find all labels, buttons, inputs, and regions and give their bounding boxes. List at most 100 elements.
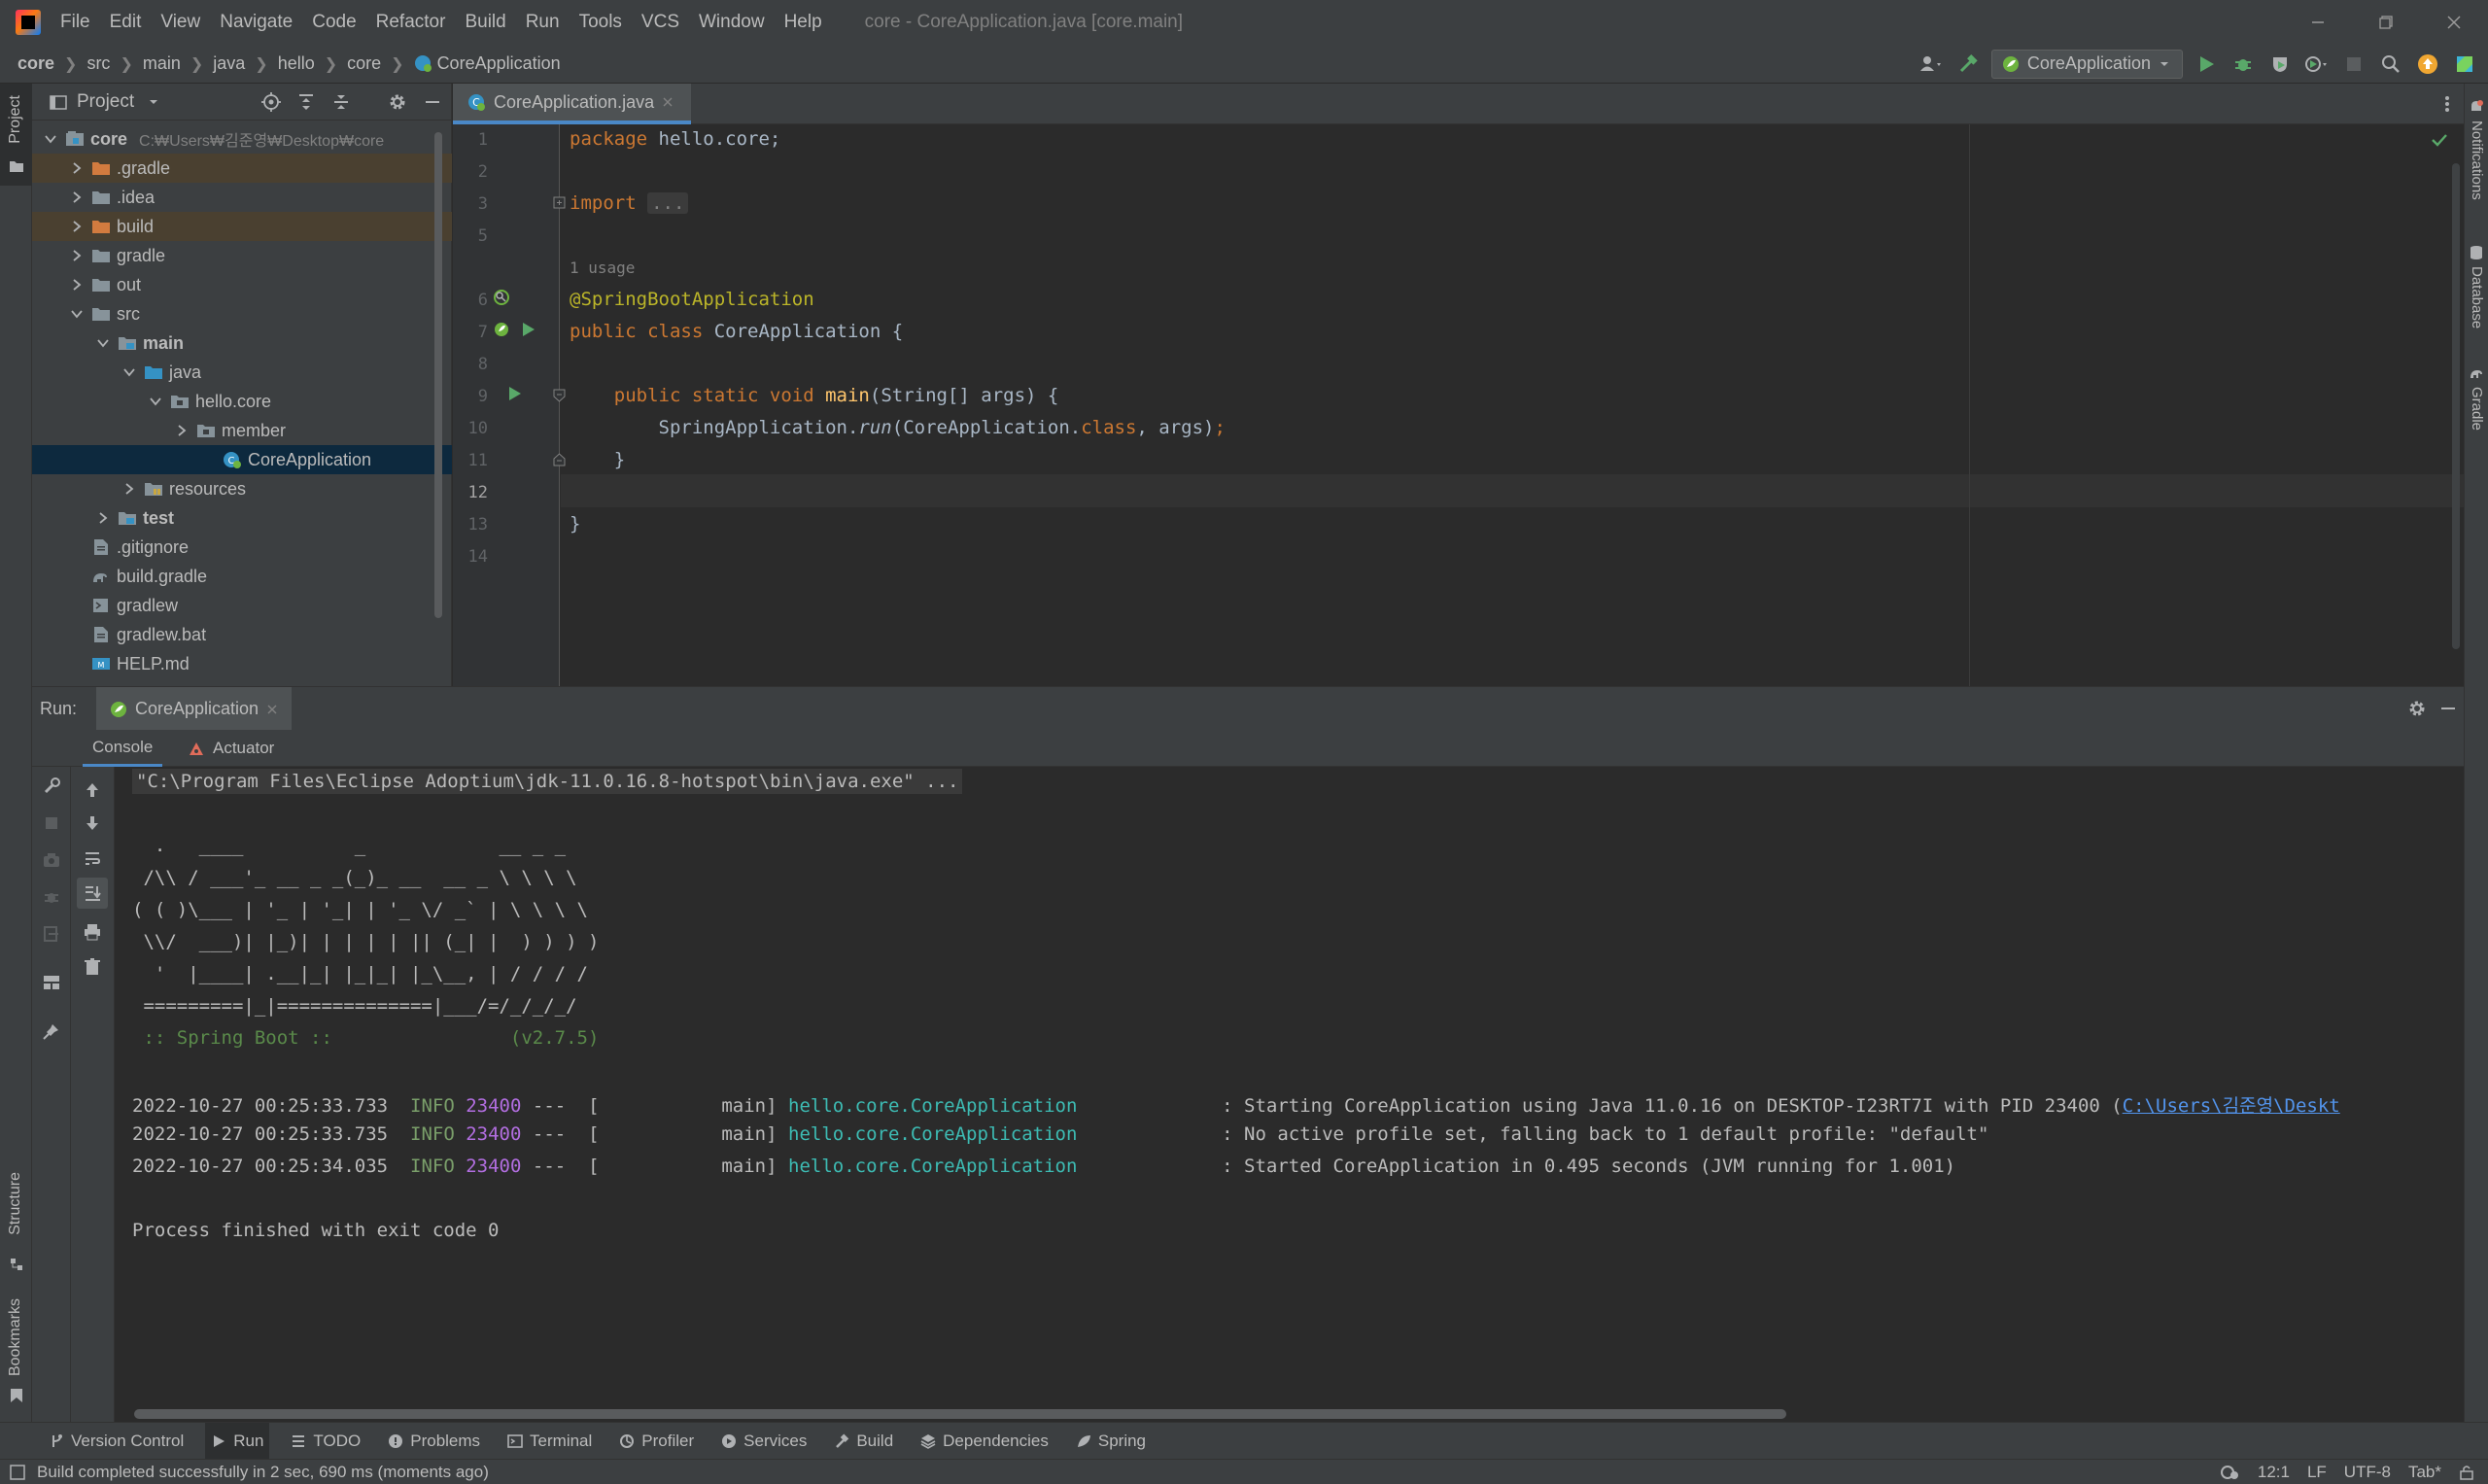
tree-item[interactable]: gradle — [32, 241, 452, 270]
log-link[interactable]: C:\Users\김준영\Deskt — [2123, 1095, 2340, 1117]
down-stack-icon[interactable] — [79, 810, 106, 837]
print-icon[interactable] — [79, 918, 106, 946]
tool-window-spring[interactable]: Spring — [1070, 1423, 1152, 1460]
vcs-user-icon[interactable] — [1918, 51, 1945, 78]
tool-window-todo[interactable]: TODO — [285, 1423, 366, 1460]
fold-icon[interactable] — [553, 453, 567, 466]
tree-item[interactable]: hello.core — [32, 387, 452, 416]
console-horizontal-scrollbar[interactable] — [134, 1409, 1786, 1419]
breadcrumb-item[interactable]: core — [17, 53, 54, 74]
menu-build[interactable]: Build — [465, 12, 505, 33]
no-problems-check-icon[interactable] — [2431, 132, 2448, 148]
chevron-down-icon[interactable] — [122, 365, 136, 379]
pin-icon[interactable] — [38, 1018, 65, 1045]
menu-navigate[interactable]: Navigate — [220, 12, 293, 33]
run-console-output[interactable]: "C:\Program Files\Eclipse Adoptium\jdk-1… — [115, 767, 2464, 1422]
tree-item[interactable]: gradlew — [32, 591, 452, 620]
menu-vcs[interactable]: VCS — [641, 12, 679, 33]
menu-run[interactable]: Run — [526, 12, 560, 33]
editor-tab-coreapplication[interactable]: C CoreApplication.java — [453, 84, 692, 124]
tree-item[interactable]: .gradle — [32, 154, 452, 183]
run-icon[interactable] — [2193, 51, 2220, 78]
hide-panel-icon[interactable] — [423, 92, 442, 112]
project-tool-button[interactable]: Project — [0, 84, 32, 186]
minimize-button[interactable] — [2284, 0, 2352, 44]
chevron-right-icon[interactable] — [96, 511, 110, 525]
chevron-down-icon[interactable] — [44, 132, 57, 146]
tree-item[interactable]: .idea — [32, 183, 452, 212]
debug-icon[interactable] — [2229, 51, 2257, 78]
breadcrumb-item[interactable]: hello — [278, 53, 315, 74]
usage-hint[interactable]: 1 usage — [570, 259, 635, 277]
run-class-gutter-icon[interactable] — [521, 321, 536, 338]
tree-item[interactable]: src — [32, 299, 452, 328]
gear-icon[interactable] — [388, 92, 407, 112]
breadcrumb-item[interactable]: main — [143, 53, 181, 74]
more-options-icon[interactable] — [2444, 95, 2450, 113]
tree-item[interactable]: resources — [32, 474, 452, 503]
tree-item[interactable]: M HELP.md — [32, 649, 452, 678]
debug-disabled-icon[interactable] — [38, 883, 65, 911]
stop-icon[interactable] — [38, 810, 65, 837]
tree-item[interactable]: build — [32, 212, 452, 241]
tool-window-services[interactable]: Services — [715, 1423, 812, 1460]
chevron-down-icon[interactable] — [148, 96, 159, 108]
tool-window-build[interactable]: Build — [828, 1423, 899, 1460]
collapse-all-icon[interactable] — [331, 92, 351, 112]
tool-window-terminal[interactable]: Terminal — [501, 1423, 598, 1460]
coverage-icon[interactable] — [2266, 51, 2294, 78]
updates-icon[interactable] — [2414, 51, 2441, 78]
status-message[interactable]: Build completed successfully in 2 sec, 6… — [37, 1460, 489, 1484]
clear-all-icon[interactable] — [79, 953, 106, 981]
toggle-tool-windows-icon[interactable] — [10, 1465, 25, 1480]
code-editor[interactable]: 1 2 3 5 6 7 8 9 10 11 12 13 14 package h… — [453, 124, 2464, 686]
expand-all-icon[interactable] — [296, 92, 316, 112]
soft-wrap-icon[interactable] — [79, 845, 106, 872]
breadcrumb-item[interactable]: core — [347, 53, 381, 74]
bean-navigation-icon[interactable] — [492, 288, 513, 307]
chevron-right-icon[interactable] — [175, 424, 189, 437]
stop-icon[interactable] — [2340, 51, 2367, 78]
maximize-button[interactable] — [2352, 0, 2420, 44]
scroll-to-end-icon[interactable] — [77, 878, 108, 909]
fold-icon[interactable] — [553, 196, 567, 210]
menu-help[interactable]: Help — [784, 12, 822, 33]
run-main-gutter-icon[interactable] — [507, 385, 523, 402]
file-encoding[interactable]: UTF-8 — [2344, 1463, 2391, 1482]
menu-edit[interactable]: Edit — [110, 12, 142, 33]
tree-item[interactable]: core C:₩Users₩김준영₩Desktop₩core — [32, 124, 452, 154]
tree-item[interactable]: C CoreApplication — [32, 445, 452, 474]
actuator-tab[interactable]: Actuator — [188, 730, 274, 767]
gradle-tool-button[interactable]: Gradle — [2469, 365, 2485, 431]
dump-threads-icon[interactable] — [38, 846, 65, 874]
bookmarks-tool-button[interactable]: Bookmarks — [0, 1298, 32, 1405]
chevron-down-icon[interactable] — [70, 307, 84, 321]
tree-item[interactable]: .gitignore — [32, 533, 452, 562]
spring-bean-gutter-icon[interactable] — [492, 320, 513, 339]
structure-tool-button[interactable]: Structure — [0, 1172, 32, 1279]
chevron-down-icon[interactable] — [96, 336, 110, 350]
tool-window-problems[interactable]: Problems — [382, 1423, 486, 1460]
breadcrumb-item[interactable]: CoreApplication — [414, 53, 561, 74]
profiler-icon[interactable] — [2303, 51, 2331, 78]
menu-code[interactable]: Code — [312, 12, 356, 33]
modify-run-config-icon[interactable] — [38, 773, 65, 800]
notifications-tool-button[interactable]: Notifications — [2469, 99, 2485, 200]
project-tree-scrollbar[interactable] — [434, 132, 442, 618]
chevron-right-icon[interactable] — [70, 278, 84, 292]
chevron-right-icon[interactable] — [122, 482, 136, 496]
chevron-right-icon[interactable] — [70, 190, 84, 204]
console-tab[interactable]: Console — [83, 730, 163, 767]
exit-icon[interactable] — [38, 920, 65, 948]
tool-window-dependencies[interactable]: Dependencies — [915, 1423, 1054, 1460]
database-tool-button[interactable]: Database — [2469, 245, 2485, 328]
lock-icon[interactable] — [2459, 1465, 2474, 1480]
tool-window-version-control[interactable]: Version Control — [43, 1423, 190, 1460]
chevron-right-icon[interactable] — [70, 161, 84, 175]
tree-item[interactable]: java — [32, 358, 452, 387]
close-window-button[interactable] — [2420, 0, 2488, 44]
tree-item[interactable]: member — [32, 416, 452, 445]
layout-icon[interactable] — [38, 969, 65, 996]
tool-window-profiler[interactable]: Profiler — [613, 1423, 700, 1460]
indent-setting[interactable]: Tab* — [2408, 1463, 2441, 1482]
